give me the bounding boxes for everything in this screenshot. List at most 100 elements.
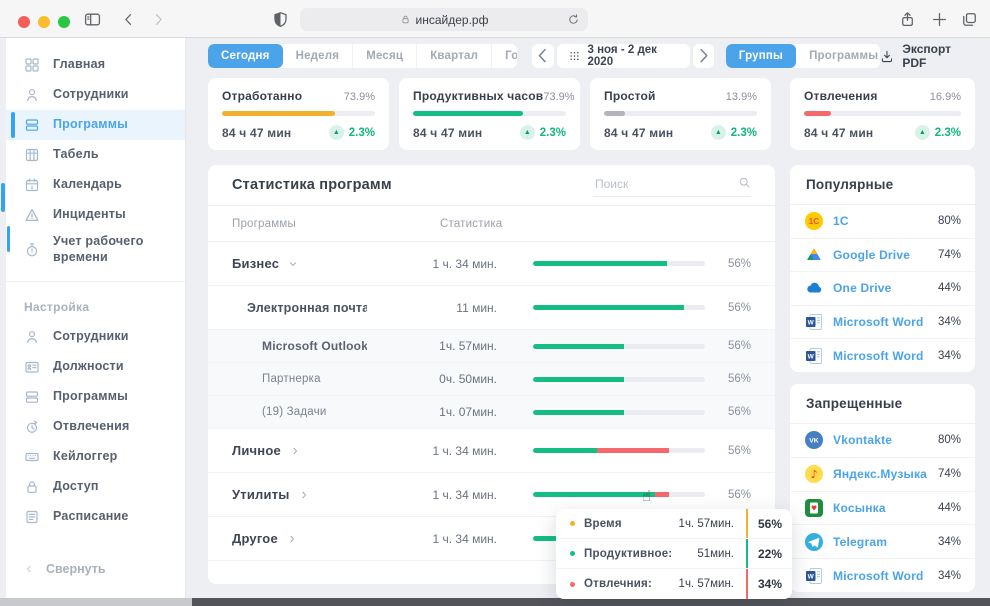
show-tabs-button[interactable] [961,11,978,28]
program-percent: 56% [705,489,751,501]
program-row[interactable]: Microsoft Outlook 1ч. 57мин. 56% [208,330,775,363]
column-programs: Программы [232,218,296,230]
share-button[interactable] [899,11,916,28]
period-tab-3[interactable]: Квартал [417,44,492,68]
app-row[interactable]: ♪ Яндекс.Музыка 74% [790,458,975,492]
chevron-left-icon [24,564,34,574]
employee-icon [24,329,40,345]
export-pdf-button[interactable]: Экспорт PDF [880,42,975,70]
stat-card: Отвлечения 16.9% 84 ч 47 мин ▲ 2.3% [790,78,975,150]
app-row[interactable]: VK Vkontakte 80% [790,424,975,458]
usage-bar[interactable] [533,377,705,382]
sidebar-item-distraction-clock[interactable]: Отвлечения [6,412,185,442]
sidebar-item-id-card[interactable]: Должности [6,352,185,382]
usage-bar[interactable] [533,410,705,415]
period-tab-4[interactable]: Год [492,44,517,68]
app-sidebar: Главная Сотрудники Программы Табель Кале… [6,38,186,598]
program-time: 1 ч. 34 мин. [367,532,497,546]
view-tab-0[interactable]: Группы [726,44,796,68]
period-tab-1[interactable]: Неделя [283,44,354,68]
svg-text:W: W [808,320,815,327]
sidebar-item-employee[interactable]: Сотрудники [6,80,185,110]
collapse-sidebar-button[interactable]: Свернуть [24,562,106,576]
solitaire-icon: ♥ [804,498,824,518]
program-row[interactable]: (19) Задачи 1ч. 07мин. 56% [208,396,775,429]
period-tab-0[interactable]: Сегодня [208,44,283,68]
program-row[interactable]: Личное 1 ч. 34 мин. 56% [208,429,775,473]
sidebar-item-programs-cards[interactable]: Программы [6,382,185,412]
sidebar-item-employee[interactable]: Сотрудники [6,322,185,352]
chevron-down-icon [288,259,298,269]
usage-bar[interactable] [533,344,705,349]
download-icon [880,49,894,64]
usage-bar[interactable] [533,261,705,266]
employee-icon [24,87,40,103]
date-next-button[interactable] [693,44,714,68]
app-row[interactable]: W Microsoft Word 34% [790,339,975,372]
refresh-icon[interactable] [567,13,580,26]
period-tab-2[interactable]: Месяц [353,44,417,68]
sidebar-item-incident-warning[interactable]: Инциденты [6,200,185,230]
stat-card: Продуктивных часов 73.9% 84 ч 47 мин ▲ 2… [399,78,580,150]
new-tab-button[interactable] [931,11,948,28]
program-percent: 56% [705,445,751,457]
minimize-window-button[interactable] [38,16,50,28]
incident-warning-icon [24,207,40,223]
program-percent: 56% [705,302,751,314]
sidebar-item-worktime-stopwatch[interactable]: Учет рабочего времени [6,230,185,269]
date-range-picker[interactable]: 3 ноя - 2 дек 2020 [557,44,690,68]
url-bar[interactable]: инсайдер.рф [300,8,588,31]
legend-dot [570,582,575,587]
stat-delta-value: 2.3% [731,127,757,139]
distraction-clock-icon [24,419,40,435]
zoom-window-button[interactable] [58,16,70,28]
app-row[interactable]: W Microsoft Word 34% [790,306,975,340]
popular-title: Популярные [790,165,975,205]
program-time: 1 ч. 34 мин. [367,488,497,502]
legend-dot [570,521,575,526]
export-label: Экспорт PDF [902,42,973,70]
usage-bar[interactable] [533,492,705,497]
browser-back-button[interactable] [120,11,137,28]
sidebar-item-schedule-doc[interactable]: Расписание [6,502,185,532]
calendar-grid-icon [569,50,580,62]
filter-toolbar: СегодняНеделяМесяцКварталГод 3 ноя - 2 д… [208,44,975,68]
stat-percent: 73.9% [344,91,375,103]
sidebar-settings-nav: Сотрудники Должности Программы Отвлечени… [6,322,185,532]
date-navigation: 3 ноя - 2 дек 2020 [532,44,714,68]
arrow-up-icon: ▲ [329,125,344,140]
date-prev-button[interactable] [532,44,553,68]
usage-bar[interactable] [533,448,705,453]
stat-card: Отработанно 73.9% 84 ч 47 мин ▲ 2.3% [208,78,389,150]
app-row[interactable]: Google Drive 74% [790,239,975,273]
sidebar-item-dashboard-grid[interactable]: Главная [6,50,185,80]
privacy-shield-icon[interactable] [272,11,289,28]
program-row[interactable]: Электронная почта 11 мин. 56% [208,286,775,330]
sidebar-item-timesheet[interactable]: Табель [6,140,185,170]
table-title: Статистика программ [232,177,392,193]
sidebar-item-lock[interactable]: Доступ [6,472,185,502]
search-input[interactable] [593,174,751,197]
svg-text:♥: ♥ [811,505,817,513]
app-row[interactable]: W Microsoft Word 34% [790,559,975,592]
sidebar-item-keyboard[interactable]: Кейлоггер [6,442,185,472]
app-row[interactable]: Telegram 34% [790,525,975,559]
app-row[interactable]: One Drive 44% [790,272,975,306]
app-row[interactable]: 1С 1C 80% [790,205,975,239]
usage-bar[interactable] [533,305,705,310]
column-statistics: Статистика [440,218,502,230]
program-row[interactable]: Партнерка 0ч. 50мин. 56% [208,363,775,396]
sidebar-toggle-icon[interactable] [84,11,101,28]
browser-forward-button[interactable] [150,11,167,28]
sidebar-item-programs-cards[interactable]: Программы [6,110,185,140]
chevron-right-icon [287,534,297,544]
program-row[interactable]: Бизнес 1 ч. 34 мин. 56% [208,242,775,286]
view-tab-1[interactable]: Программы [796,44,880,68]
sidebar-item-calendar[interactable]: Календарь [6,170,185,200]
arrow-up-icon: ▲ [520,125,535,140]
legend-dot [570,551,575,556]
close-window-button[interactable] [18,16,30,28]
stat-delta: ▲ 2.3% [329,125,375,140]
app-row[interactable]: ♥ Косынка 44% [790,492,975,526]
stat-progress-bar [222,111,375,116]
